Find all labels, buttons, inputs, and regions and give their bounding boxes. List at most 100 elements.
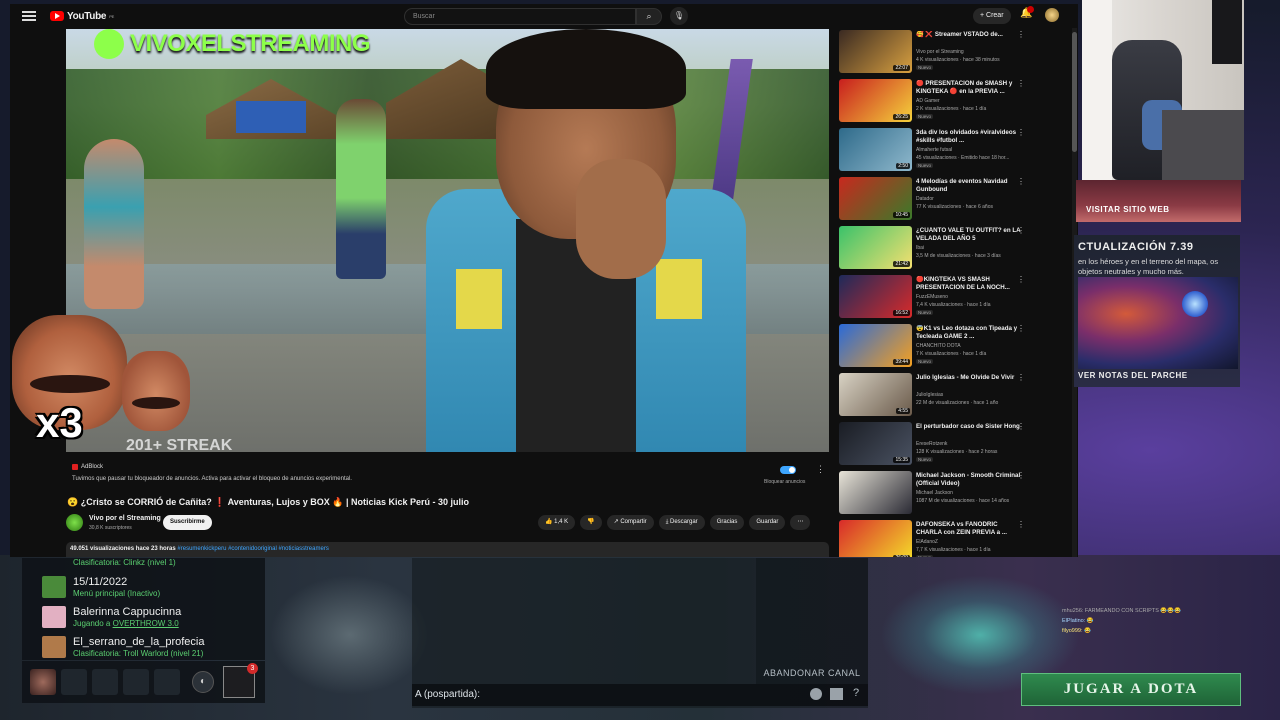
recommended-video[interactable]: 26:09 DAFONSEKA vs FANODRIC CHARLA con ZE…	[839, 520, 1039, 557]
recommended-video[interactable]: Michael Jackson - Smooth Criminal (Offic…	[839, 471, 1039, 515]
friend-game-link[interactable]: OVERTHROW 3.0	[113, 619, 179, 628]
more-options-icon[interactable]: ⋮	[1017, 422, 1025, 431]
new-badge: Nuevo	[916, 114, 934, 119]
recommended-views: 45 visualizaciones · Emitido hace 18 hor…	[916, 155, 1010, 161]
patch-notes-link[interactable]: VER NOTAS DEL PARCHE	[1078, 371, 1188, 380]
emoji-icon[interactable]	[810, 688, 822, 700]
video-thumbnail[interactable]	[839, 471, 912, 514]
video-thumbnail[interactable]: 10:45	[839, 177, 912, 220]
friend-avatar	[42, 576, 66, 598]
more-options-icon[interactable]: ⋮	[1017, 275, 1025, 284]
more-actions-button[interactable]: ⋯	[790, 515, 811, 530]
adblock-icon	[72, 464, 78, 470]
video-person-middle	[336, 99, 386, 279]
more-options-icon[interactable]: ⋮	[1017, 520, 1025, 529]
patch-orb	[1182, 291, 1208, 317]
new-badge: Nuevo	[916, 359, 934, 364]
more-options-icon[interactable]: ⋮	[1017, 226, 1025, 235]
recommended-title: ¿CUÁNTO VALE TU OUTFIT? en LA VELADA DEL…	[916, 227, 1021, 242]
recommended-video[interactable]: 16:52 🔴KINGTEKA VS SMASH PRESENTACION DE …	[839, 275, 1039, 319]
party-slot-empty[interactable]	[92, 669, 118, 695]
video-thumbnail[interactable]: 2:50	[839, 128, 912, 171]
video-thumbnail[interactable]: 22:07	[839, 30, 912, 73]
search-icon[interactable]: ⌕	[636, 8, 662, 25]
patch-description: en los héroes y en el terreno del mapa, …	[1078, 257, 1219, 276]
youtube-logo[interactable]: YouTube PE	[50, 11, 114, 22]
description-hashtags[interactable]: #resumenkickperu #contenidooriginal #not…	[176, 546, 328, 552]
channel-name[interactable]: Vivo por el Streaming	[89, 515, 161, 522]
webcam-feed	[1082, 0, 1244, 180]
recommended-video[interactable]: 2:50 3da div los olvidados #viralvideos #…	[839, 128, 1039, 172]
leave-channel-button[interactable]: ABANDONAR CANAL	[756, 668, 868, 678]
video-thumbnail[interactable]: 26:09	[839, 520, 912, 557]
dislike-button[interactable]: 👎	[580, 515, 602, 530]
play-dota-button[interactable]: JUGAR A DOTA	[1021, 673, 1241, 706]
video-thumbnail[interactable]: 26:25	[839, 79, 912, 122]
voice-chat-icon[interactable]: ◐	[192, 671, 214, 693]
create-button[interactable]: + Crear	[973, 8, 1011, 24]
more-options-icon[interactable]: ⋮	[1017, 324, 1025, 333]
friend-item[interactable]: El_serrano_de_la_profecia Clasificatoria…	[42, 634, 262, 662]
recommended-video[interactable]: 39:44 😨K1 vs Leo dotaza con Tipeada y Tec…	[839, 324, 1039, 368]
more-options-icon[interactable]: ⋮	[1017, 373, 1025, 382]
channel-avatar[interactable]	[66, 514, 83, 531]
save-button[interactable]: Guardar	[749, 515, 786, 530]
recommended-video[interactable]: 10:45 4 Melodías de eventos Navidad Gunbo…	[839, 177, 1039, 221]
recommended-channel: Vivo por el Streaming	[916, 49, 964, 55]
webcam-speaker	[1212, 0, 1242, 64]
hamburger-menu-icon[interactable]	[22, 11, 36, 21]
more-options-icon[interactable]: ⋮	[1017, 128, 1025, 137]
meme-face-small	[122, 351, 190, 431]
friend-item[interactable]: 15/11/2022 Menú principal (Inactivo)	[42, 574, 262, 602]
video-thumbnail[interactable]: 21:42	[839, 226, 912, 269]
recommended-video[interactable]: 21:42 ¿CUÁNTO VALE TU OUTFIT? en LA VELAD…	[839, 226, 1039, 270]
party-slot-empty[interactable]	[61, 669, 87, 695]
visit-website-button[interactable]: VISITAR SITIO WEB	[1076, 180, 1241, 222]
recommended-video[interactable]: 22:07 🥰 ❌ Streamer VSTADO de... Vivo por e…	[839, 30, 1039, 74]
more-options-icon[interactable]: ⋮	[1017, 30, 1025, 39]
share-button[interactable]: ↗ Compartir	[606, 515, 654, 530]
thanks-button[interactable]: Gracias	[709, 515, 745, 530]
recommended-title: DAFONSEKA vs FANODRIC CHARLA con ZEIN PR…	[916, 521, 1007, 536]
adblock-toggle[interactable]	[780, 466, 796, 474]
search-input[interactable]: Buscar	[404, 8, 636, 25]
recommended-views: 77 K visualizaciones · hace 6 años	[916, 204, 993, 210]
adblock-more-icon[interactable]: ⋮	[816, 464, 825, 475]
party-slot-empty[interactable]	[154, 669, 180, 695]
video-duration: 16:52	[893, 310, 910, 316]
chat-line: filyo999: 😂	[1062, 628, 1091, 634]
recommended-views: 7,4 K visualizaciones · hace 1 día	[916, 302, 991, 308]
image-icon[interactable]	[830, 688, 843, 700]
guild-icon[interactable]: 3	[223, 663, 258, 698]
brand-overlay-text: VIVOXELSTREAMING	[130, 30, 371, 57]
account-avatar[interactable]	[1045, 8, 1059, 22]
game-chat-feed: mhu256: FARMEANDO CON SCRIPTS 😂😂😂 ElPlat…	[1062, 606, 1242, 636]
more-options-icon[interactable]: ⋮	[1017, 177, 1025, 186]
more-options-icon[interactable]: ⋮	[1017, 79, 1025, 88]
notification-dot	[1027, 6, 1034, 13]
recommended-video[interactable]: 26:25 🔴 PRESENTACIÓN de SMASH y KINGTEKA …	[839, 79, 1039, 123]
help-icon[interactable]: ?	[853, 687, 859, 699]
video-duration: 26:09	[893, 555, 910, 557]
party-slot-self[interactable]	[30, 669, 56, 695]
subscribe-button[interactable]: Suscribirme	[163, 515, 212, 530]
microphone-icon[interactable]: 🎙	[670, 7, 688, 25]
video-thumbnail[interactable]: 16:52	[839, 275, 912, 318]
download-button[interactable]: ⤓ Descargar	[658, 515, 705, 530]
friend-status: Clasificatoria: Troll Warlord (nivel 21)	[73, 649, 204, 658]
party-slot-empty[interactable]	[123, 669, 149, 695]
recommended-video[interactable]: 4:55 Julio Iglesias - Me Olvide De Vivir J…	[839, 373, 1039, 417]
recommended-title: 🥰 ❌ Streamer VSTADO de...	[916, 31, 1003, 38]
patch-notes-panel[interactable]: CTUALIZACIÓN 7.39 en los héroes y en el …	[1074, 235, 1240, 387]
friend-item[interactable]: Balerinna Cappucinna Jugando a OVERTHROW…	[42, 604, 262, 632]
recommended-title: 😨K1 vs Leo dotaza con Tipeada y Tecleada…	[916, 325, 1018, 340]
notifications-bell-icon[interactable]: 🔔	[1020, 6, 1034, 22]
more-options-icon[interactable]: ⋮	[1017, 471, 1025, 480]
recommended-video[interactable]: 15:35 El perturbador caso de Sister Hong E…	[839, 422, 1039, 466]
video-thumbnail[interactable]: 39:44	[839, 324, 912, 367]
like-button[interactable]: 👍 1,4 K	[538, 515, 576, 530]
recommended-title: Michael Jackson - Smooth Criminal (Offic…	[916, 472, 1021, 487]
chat-input[interactable]: A (pospartida): ?	[412, 684, 868, 706]
video-thumbnail[interactable]: 15:35	[839, 422, 912, 465]
video-thumbnail[interactable]: 4:55	[839, 373, 912, 416]
